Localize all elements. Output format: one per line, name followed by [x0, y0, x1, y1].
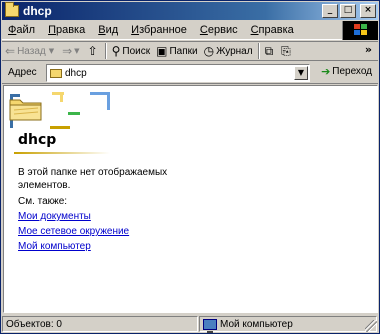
status-bar: Объектов: 0 Мой компьютер	[2, 315, 378, 333]
menu-view[interactable]: Вид	[92, 24, 125, 36]
forward-arrow-icon: ⇒	[62, 44, 73, 58]
history-button[interactable]: ◷ Журнал	[201, 42, 256, 60]
copy-to-button[interactable]: ⎘	[278, 42, 296, 60]
link-my-documents[interactable]: Мои документы	[18, 211, 91, 222]
address-label: Адрес	[8, 67, 37, 78]
back-arrow-icon: ⇐	[5, 44, 16, 58]
window-controls: _ □ ×	[322, 4, 376, 18]
address-bar: Адрес dhcp ▼ ➔ Переход	[2, 62, 378, 84]
back-button[interactable]: ⇐ Назад ▼	[2, 42, 59, 60]
minimize-button[interactable]: _	[322, 4, 338, 18]
toolbar-overflow-button[interactable]: »	[365, 43, 372, 56]
move-to-icon: ⧉	[264, 43, 274, 58]
folder-view[interactable]: dhcp В этой папке нет отображаемых элеме…	[3, 85, 378, 313]
folders-icon: ▣	[156, 44, 168, 58]
copy-to-icon: ⎘	[281, 43, 291, 58]
maximize-button[interactable]: □	[340, 4, 356, 18]
menu-edit[interactable]: Правка	[42, 24, 92, 36]
status-objects: Объектов: 0	[2, 316, 198, 332]
status-location: Мой компьютер	[220, 318, 293, 330]
menu-help[interactable]: Справка	[245, 24, 301, 36]
address-dropdown-button[interactable]: ▼	[294, 66, 308, 80]
folder-icon	[50, 68, 62, 78]
see-also-label: См. также:	[18, 196, 68, 207]
standard-toolbar: ⇐ Назад ▼ ⇒ ▼ ⇧ ⚲ Поиск ▣ Папки ◷ Журнал…	[2, 41, 378, 61]
toolbar-separator	[257, 43, 260, 59]
menu-file[interactable]: Файл	[2, 24, 42, 36]
search-icon: ⚲	[111, 44, 121, 58]
status-zone: Мой компьютер	[199, 316, 377, 333]
chevron-down-icon: ▼	[74, 47, 80, 55]
go-icon: ➔	[321, 65, 331, 78]
folder-title: dhcp	[18, 132, 57, 148]
link-my-computer[interactable]: Мой компьютер	[18, 241, 91, 252]
up-button[interactable]: ⇧	[85, 42, 103, 60]
search-button[interactable]: ⚲ Поиск	[109, 42, 154, 60]
up-folder-icon: ⇧	[87, 44, 98, 58]
title-bar[interactable]: dhcp _ □ ×	[2, 2, 378, 20]
chevron-down-icon: ▼	[48, 47, 55, 55]
close-button[interactable]: ×	[360, 4, 376, 18]
folder-icon	[9, 99, 42, 121]
move-to-button[interactable]: ⧉	[262, 42, 279, 60]
forward-button[interactable]: ⇒ ▼	[59, 42, 84, 60]
go-button[interactable]: ➔ Переход	[321, 65, 372, 78]
menu-bar: Файл Правка Вид Избранное Сервис Справка	[2, 21, 378, 40]
empty-folder-message: В этой папке нет отображаемых элементов.	[18, 167, 168, 191]
address-input[interactable]: dhcp ▼	[46, 64, 310, 82]
history-icon: ◷	[203, 44, 215, 58]
windows-logo-icon	[342, 21, 378, 40]
resize-grip[interactable]	[365, 320, 377, 332]
window-title: dhcp	[23, 4, 52, 18]
toolbar-separator	[104, 43, 107, 59]
title-divider	[14, 152, 110, 154]
folder-icon	[5, 2, 19, 17]
folders-button[interactable]: ▣ Папки	[153, 42, 200, 60]
menu-favorites[interactable]: Избранное	[125, 24, 194, 36]
address-value: dhcp	[65, 67, 87, 79]
menu-tools[interactable]: Сервис	[194, 24, 245, 36]
computer-icon	[203, 318, 217, 333]
link-network-places[interactable]: Мое сетевое окружение	[18, 226, 129, 237]
explorer-window: dhcp _ □ × Файл Правка Вид Избранное Сер…	[0, 0, 380, 334]
